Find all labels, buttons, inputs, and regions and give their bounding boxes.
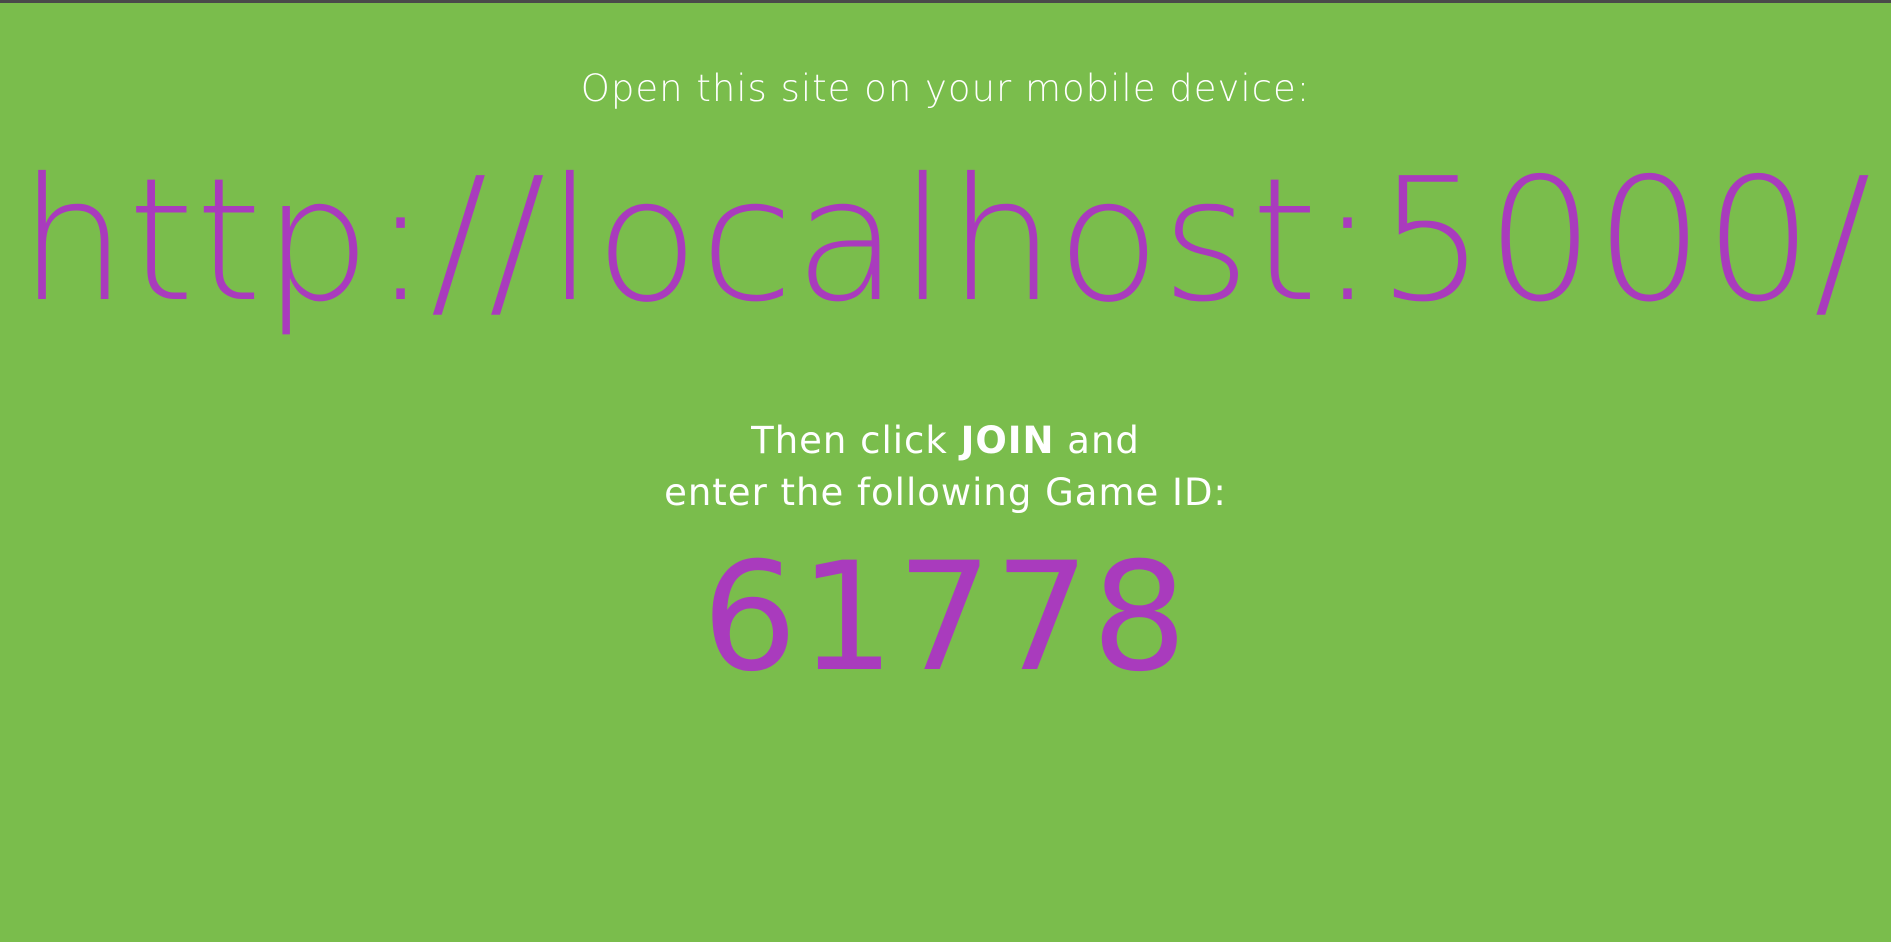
join-instructions: Then click JOIN and enter the following … (0, 415, 1891, 519)
site-url: http://localhost:5000/ (18, 142, 1873, 340)
join-instructions-screen: Open this site on your mobile device: ht… (0, 3, 1891, 942)
game-id-code: 61778 (701, 531, 1190, 705)
enter-game-id-prompt: enter the following Game ID: (664, 471, 1227, 514)
join-prefix-text: Then click (751, 419, 961, 462)
join-keyword: JOIN (960, 419, 1055, 462)
join-suffix-text: and (1054, 419, 1140, 462)
open-site-prompt: Open this site on your mobile device: (580, 67, 1311, 110)
